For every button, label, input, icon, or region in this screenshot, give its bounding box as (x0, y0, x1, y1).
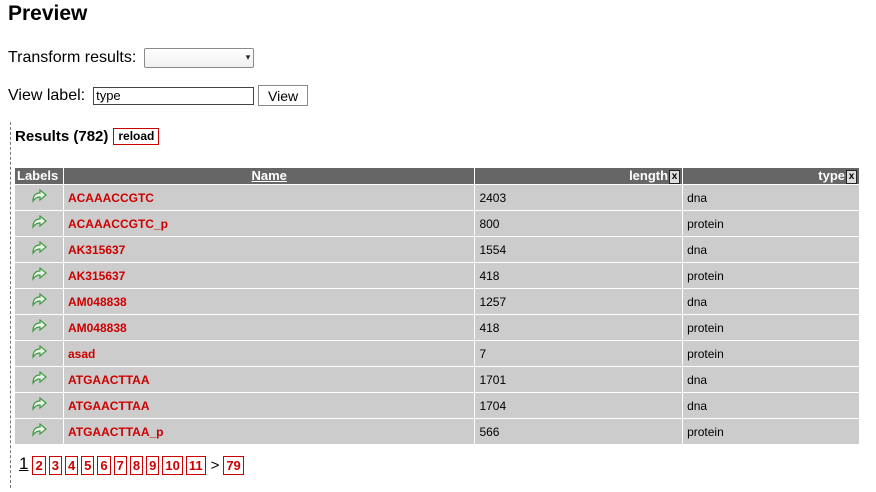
row-type: dna (683, 185, 859, 210)
row-length: 7 (475, 341, 683, 366)
row-length: 2403 (475, 185, 683, 210)
row-length: 800 (475, 211, 683, 236)
row-icon-cell[interactable] (15, 367, 63, 392)
page-link[interactable]: 4 (64, 456, 79, 475)
row-type: dna (683, 237, 859, 262)
table-row: ATGAACTTAA 1704 dna (15, 393, 859, 418)
row-name-link[interactable]: ATGAACTTAA (63, 367, 475, 392)
remove-type-column-icon[interactable]: x (846, 169, 857, 184)
page-link[interactable]: 2 (32, 456, 46, 475)
next-indicator: > (210, 457, 220, 474)
col-name-link[interactable]: Name (251, 168, 286, 183)
row-length: 566 (475, 419, 683, 444)
current-page: 1 (19, 453, 29, 473)
col-labels: Labels (15, 168, 63, 184)
green-arrow-icon[interactable] (31, 422, 47, 437)
row-icon-cell[interactable] (15, 341, 63, 366)
page-link[interactable]: 5 (81, 456, 95, 475)
last-page-link[interactable]: 79 (223, 456, 244, 475)
page-title: Preview (8, 2, 88, 25)
green-arrow-icon[interactable] (31, 370, 47, 385)
table-row: AK315637 418 protein (15, 263, 859, 288)
remove-length-column-icon[interactable]: x (669, 169, 681, 184)
row-icon-cell[interactable] (15, 211, 63, 236)
row-length: 1704 (475, 393, 683, 418)
row-icon-cell[interactable] (15, 185, 63, 210)
row-length: 1554 (475, 237, 683, 262)
page-link[interactable]: 7 (113, 456, 127, 475)
table-row: AM048838 418 protein (15, 315, 859, 340)
row-type: dna (683, 367, 859, 392)
green-arrow-icon[interactable] (31, 344, 47, 359)
row-type: dna (683, 393, 859, 418)
row-type: protein (683, 263, 859, 288)
transform-row: Transform results: ▾ (8, 48, 255, 68)
row-type: protein (683, 315, 859, 340)
row-length: 1257 (475, 289, 683, 314)
results-panel: Results (782) reload Labels Name length x… (10, 122, 871, 488)
green-arrow-icon[interactable] (31, 318, 47, 333)
select-arrow-icon: ▾ (245, 53, 251, 63)
view-button[interactable]: View (258, 85, 309, 106)
results-header: Results (782) reload (15, 128, 160, 145)
page-links: 2 3 4 5 6 7 8 9 10 11 (32, 456, 208, 475)
table-row: AK315637 1554 dna (15, 237, 859, 262)
row-name-link[interactable]: AK315637 (63, 237, 475, 262)
row-name-link[interactable]: AK315637 (63, 263, 475, 288)
page-link[interactable]: 10 (162, 456, 183, 475)
row-length: 418 (475, 315, 683, 340)
green-arrow-icon[interactable] (31, 292, 47, 307)
green-arrow-icon[interactable] (31, 214, 47, 229)
col-type-label: type (818, 168, 845, 183)
row-type: dna (683, 289, 859, 314)
table-row: ATGAACTTAA_p 566 protein (15, 419, 859, 444)
row-length: 1701 (475, 367, 683, 392)
row-name-link[interactable]: AM048838 (63, 315, 475, 340)
page-link[interactable]: 6 (97, 456, 111, 475)
col-name[interactable]: Name (63, 168, 475, 184)
page-link[interactable]: 11 (185, 456, 206, 475)
row-name-link[interactable]: ATGAACTTAA (63, 393, 475, 418)
row-icon-cell[interactable] (15, 419, 63, 444)
table-row: ACAAACCGTC_p 800 protein (15, 211, 859, 236)
col-type: type x (683, 168, 859, 184)
row-type: protein (683, 211, 859, 236)
green-arrow-icon[interactable] (31, 240, 47, 255)
row-icon-cell[interactable] (15, 289, 63, 314)
results-heading: Results (782) (15, 128, 109, 145)
table-row: ATGAACTTAA 1701 dna (15, 367, 859, 392)
green-arrow-icon[interactable] (31, 396, 47, 411)
green-arrow-icon[interactable] (31, 266, 47, 281)
table-row: AM048838 1257 dna (15, 289, 859, 314)
row-name-link[interactable]: ATGAACTTAA_p (63, 419, 475, 444)
view-label-input[interactable] (93, 86, 255, 105)
row-length: 418 (475, 263, 683, 288)
transform-select[interactable]: ▾ (144, 48, 255, 68)
row-name-link[interactable]: ACAAACCGTC (63, 185, 475, 210)
view-row: View label: View (8, 85, 309, 106)
table-row: ACAAACCGTC 2403 dna (15, 185, 859, 210)
row-icon-cell[interactable] (15, 263, 63, 288)
results-table: Labels Name length x type x ACAAACCGTC 2403… (14, 167, 860, 445)
row-icon-cell[interactable] (15, 237, 63, 262)
reload-button[interactable]: reload (113, 128, 160, 145)
row-name-link[interactable]: asad (63, 341, 475, 366)
row-name-link[interactable]: AM048838 (63, 289, 475, 314)
green-arrow-icon[interactable] (31, 188, 47, 203)
transform-label: Transform results: (8, 49, 137, 66)
page-link[interactable]: 8 (129, 456, 144, 475)
row-icon-cell[interactable] (15, 393, 63, 418)
col-length-label: length (629, 168, 669, 183)
table-row: asad 7 protein (15, 341, 859, 366)
row-type: protein (683, 419, 859, 444)
row-icon-cell[interactable] (15, 315, 63, 340)
row-name-link[interactable]: ACAAACCGTC_p (63, 211, 475, 236)
col-length: length x (475, 168, 683, 184)
page-link[interactable]: 9 (146, 456, 160, 475)
pagination: 1 2 3 4 5 6 7 8 9 10 11 > 79 (19, 453, 247, 475)
view-label: View label: (8, 86, 86, 104)
row-type: protein (683, 341, 859, 366)
page-link[interactable]: 3 (48, 456, 62, 475)
